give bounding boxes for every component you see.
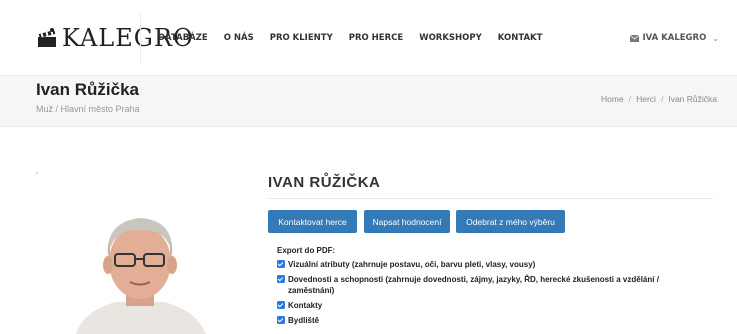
header-divider xyxy=(140,12,141,64)
breadcrumb-home[interactable]: Home xyxy=(601,94,624,104)
export-option-visual[interactable]: Vizuální atributy (zahrnuje postavu, oči… xyxy=(277,259,707,270)
checkbox-checked-icon[interactable] xyxy=(277,301,285,309)
breadcrumb-current: Ivan Růžička xyxy=(668,94,717,104)
site-header: KALEGRO DATABÁZE O NÁS PRO KLIENTY PRO H… xyxy=(0,0,737,76)
checkbox-checked-icon[interactable] xyxy=(277,275,285,283)
nav-item-pro-herce[interactable]: PRO HERCE xyxy=(349,33,403,43)
pdf-export-options: Export do PDF: Vizuální atributy (zahrnu… xyxy=(277,246,707,330)
user-name: IVA KALEGRO xyxy=(642,33,707,43)
actor-photo xyxy=(36,170,246,334)
user-menu[interactable]: IVA KALEGRO ⌄ xyxy=(630,33,719,43)
page-subtitle: Muž / Hlavní město Praha xyxy=(36,104,140,114)
nav-item-o-nas[interactable]: O NÁS xyxy=(224,33,254,43)
page-title-band: Ivan Růžička Muž / Hlavní město Praha Ho… xyxy=(0,76,737,127)
chevron-down-icon: ⌄ xyxy=(712,33,719,43)
envelope-icon xyxy=(630,34,640,42)
checkbox-checked-icon[interactable] xyxy=(277,316,285,324)
nav-item-pro-klienty[interactable]: PRO KLIENTY xyxy=(270,33,333,43)
contact-actor-button[interactable]: Kontaktovat herce xyxy=(268,210,357,233)
divider xyxy=(268,198,713,199)
checkbox-checked-icon[interactable] xyxy=(277,260,285,268)
export-option-label: Bydliště xyxy=(288,316,320,325)
export-option-label: Vizuální atributy (zahrnuje postavu, oči… xyxy=(288,260,536,269)
remove-from-selection-button[interactable]: Odebrat z mého výběru xyxy=(456,210,565,233)
breadcrumb-herci[interactable]: Herci xyxy=(636,94,656,104)
main-nav: DATABÁZE O NÁS PRO KLIENTY PRO HERCE WOR… xyxy=(158,33,542,43)
nav-item-workshopy[interactable]: WORKSHOPY xyxy=(419,33,482,43)
portrait-image xyxy=(76,218,206,334)
export-option-residence[interactable]: Bydliště xyxy=(277,315,707,326)
export-title: Export do PDF: xyxy=(277,246,336,255)
breadcrumb: Home / Herci / Ivan Růžička xyxy=(601,94,717,104)
write-review-button[interactable]: Napsat hodnocení xyxy=(364,210,450,233)
export-option-label: Dovednosti a schopnosti (zahrnuje dovedn… xyxy=(288,275,659,295)
export-option-label: Kontakty xyxy=(288,301,323,310)
export-option-contacts[interactable]: Kontakty xyxy=(277,300,707,311)
export-option-skills[interactable]: Dovednosti a schopnosti (zahrnuje dovedn… xyxy=(277,274,707,296)
actor-name: IVAN RŮŽIČKA xyxy=(268,174,381,191)
page-title: Ivan Růžička xyxy=(36,80,139,99)
nav-item-databaze[interactable]: DATABÁZE xyxy=(158,33,208,43)
nav-item-kontakt[interactable]: KONTAKT xyxy=(498,33,543,43)
logo-icon xyxy=(38,28,56,47)
